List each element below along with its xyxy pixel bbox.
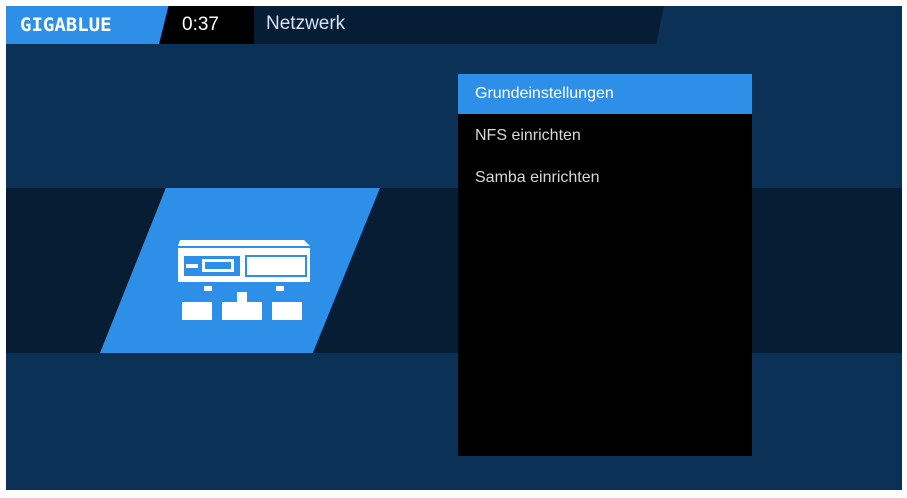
- menu-item-samba[interactable]: Samba einrichten: [458, 158, 752, 198]
- menu-item-nfs[interactable]: NFS einrichten: [458, 116, 752, 156]
- network-icon: [178, 240, 310, 320]
- brand-logo: GIGABLUE: [20, 14, 112, 36]
- page-title: Netzwerk: [266, 13, 346, 34]
- network-menu: Grundeinstellungen NFS einrichten Samba …: [458, 74, 752, 456]
- menu-item-grundeinstellungen[interactable]: Grundeinstellungen: [458, 74, 752, 114]
- clock-display: 0:37: [182, 14, 219, 35]
- tv-screen: GIGABLUE 0:37 Netzwerk Grundeinstellunge…: [6, 6, 902, 490]
